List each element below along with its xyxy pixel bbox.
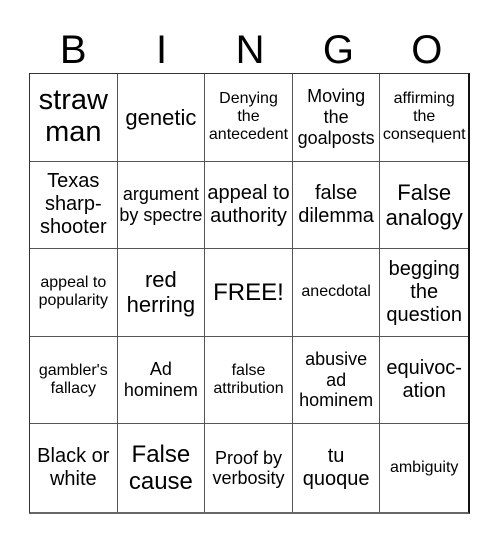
bingo-cell[interactable]: red herring <box>117 249 206 337</box>
bingo-cell-label: false attribution <box>213 361 284 398</box>
bingo-cell-label: begging the question <box>386 257 462 326</box>
bingo-cell-label: anecdotal <box>301 283 371 301</box>
bingo-cell[interactable]: ambiguity <box>380 424 468 512</box>
bingo-cell-label: tu quoque <box>302 445 370 491</box>
bingo-cell-label: False cause <box>128 440 193 496</box>
bingo-cell[interactable]: affirming the consequent <box>380 74 468 162</box>
bingo-cell[interactable]: anecdotal <box>292 249 381 337</box>
header-letter-o: O <box>411 28 443 72</box>
bingo-cell-label: gambler's fallacy <box>38 361 108 398</box>
bingo-cell[interactable]: begging the question <box>380 249 468 337</box>
bingo-cell-label: Texas sharp-shooter <box>39 170 107 239</box>
bingo-cell[interactable]: Texas sharp-shooter <box>30 161 118 250</box>
header-letter-n: N <box>235 28 265 72</box>
bingo-cell-label: Denying the antecedent <box>208 89 289 144</box>
bingo-cell[interactable]: gambler's fallacy <box>30 336 118 425</box>
bingo-cell[interactable]: abusive ad hominem <box>292 336 381 425</box>
bingo-cell[interactable]: equivoc-ation <box>380 337 468 425</box>
bingo-cell[interactable]: Ad hominem <box>117 336 206 425</box>
bingo-cell-label: false dilemma <box>298 181 374 227</box>
bingo-cell[interactable]: false attribution <box>205 336 293 425</box>
bingo-cell[interactable]: Moving the goalposts <box>292 74 381 162</box>
bingo-cell-label: appeal to authority <box>207 181 290 227</box>
bingo-cell[interactable]: tu quoque <box>293 424 381 512</box>
bingo-cell-label: straw man <box>38 84 108 149</box>
bingo-cell[interactable]: Black or white <box>30 424 118 512</box>
bingo-cell[interactable]: straw man <box>30 74 118 162</box>
bingo-cell-label: FREE! <box>213 278 284 306</box>
header-letter-g: G <box>322 28 354 72</box>
header-letter-b: B <box>59 28 87 72</box>
bingo-cell[interactable]: appeal to authority <box>205 161 293 250</box>
bingo-card-grid: straw man genetic Denying the antecedent Mo… <box>29 73 470 514</box>
bingo-cell[interactable]: Proof by verbosity <box>205 424 293 512</box>
bingo-cell-label: Ad hominem <box>123 359 198 401</box>
free-space-cell[interactable]: FREE! <box>205 249 293 337</box>
bingo-cell-label: abusive ad hominem <box>299 349 374 411</box>
bingo-cell[interactable]: False cause <box>118 424 206 512</box>
bingo-header: B I N G O <box>29 28 471 73</box>
bingo-cell[interactable]: false dilemma <box>292 161 381 250</box>
header-letter-i: I <box>156 28 168 72</box>
bingo-cell-label: argument by spectre <box>119 184 203 225</box>
bingo-cell[interactable]: argument by spectre <box>117 161 206 250</box>
bingo-cell-label: red herring <box>126 267 196 318</box>
bingo-cell-label: equivoc-ation <box>386 357 462 403</box>
bingo-cell[interactable]: genetic <box>117 74 206 162</box>
bingo-cell-label: False analogy <box>385 179 463 230</box>
bingo-cell-label: affirming the consequent <box>382 89 466 144</box>
bingo-cell-label: ambiguity <box>389 458 459 476</box>
bingo-cell[interactable]: appeal to popularity <box>30 249 118 337</box>
bingo-cell-label: genetic <box>125 104 197 130</box>
bingo-cell[interactable]: False analogy <box>380 162 468 250</box>
bingo-cell-label: appeal to popularity <box>38 274 108 310</box>
bingo-cell-label: Black or white <box>37 445 110 491</box>
bingo-cell-label: Proof by verbosity <box>212 447 285 489</box>
bingo-cell-label: Moving the goalposts <box>297 86 375 148</box>
bingo-cell[interactable]: Denying the antecedent <box>205 74 293 162</box>
